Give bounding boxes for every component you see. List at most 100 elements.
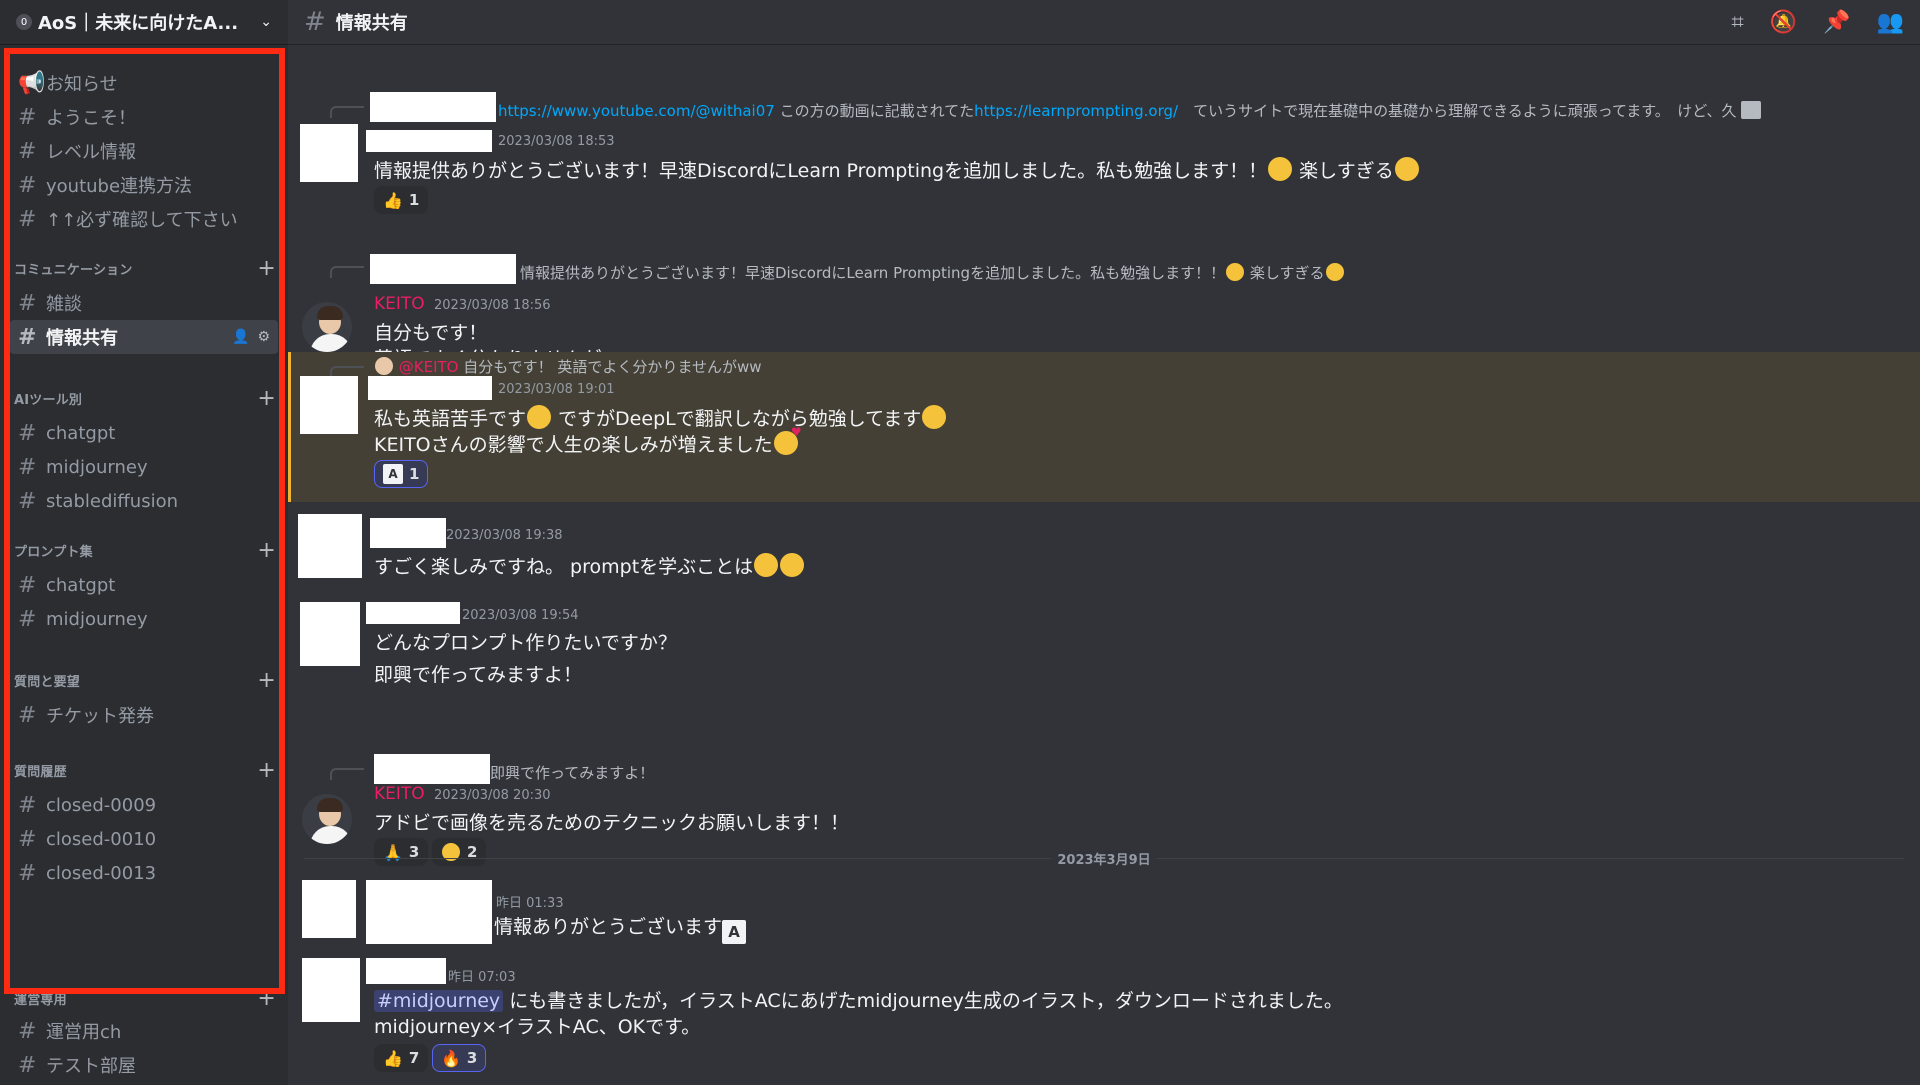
- message[interactable]: 2023/03/08 19:54 どんなプロンプト作りたいですか？ 即興で作って…: [288, 590, 1920, 720]
- reply-preview[interactable]: 即興で作ってみますよ！: [490, 762, 654, 783]
- add-channel-icon[interactable]: +: [257, 538, 276, 563]
- channel-closed-0009[interactable]: # closed-0009: [10, 788, 278, 822]
- reply-preview[interactable]: https://www.youtube.com/@withai07 この方の動画…: [498, 100, 1762, 121]
- reply-author[interactable]: @KEITO: [399, 358, 459, 376]
- message[interactable]: 情報提供ありがとうございます！早速DiscordにLearn Prompting…: [288, 214, 1920, 374]
- category-prompts[interactable]: プロンプト集 +: [14, 538, 276, 563]
- message[interactable]: 昨日 07:03 #midjourney にも書きましたが，イラストACにあげた…: [288, 952, 1920, 1085]
- avatar[interactable]: [300, 124, 358, 182]
- reaction-thumbs-up[interactable]: 👍 7: [374, 1044, 429, 1072]
- channel-prompt-midjourney[interactable]: # midjourney: [10, 602, 278, 636]
- category-ai-tools[interactable]: AIツール別 +: [14, 386, 276, 411]
- add-channel-icon[interactable]: +: [257, 386, 276, 411]
- message-mention[interactable]: @KEITO 自分もです！ 英語でよく分かりませんがww 2023/03/08 …: [288, 352, 1920, 502]
- server-header[interactable]: 0 AoS｜未来に向けたA... ⌄: [0, 0, 288, 44]
- category-communication[interactable]: コミュニケーション +: [14, 256, 276, 281]
- thumbs-up-icon: 👍: [383, 190, 403, 210]
- channel-label: テスト部屋: [46, 1056, 136, 1077]
- author-name[interactable]: KEITO: [374, 784, 425, 804]
- reaction-pray[interactable]: 🙏 3: [374, 838, 429, 866]
- channel-announcements[interactable]: 📢 お知らせ: [10, 66, 278, 100]
- chevron-down-icon[interactable]: ⌄: [260, 14, 272, 30]
- avatar[interactable]: [298, 514, 362, 578]
- members-icon[interactable]: 👥: [1877, 10, 1904, 35]
- avatar[interactable]: [302, 958, 360, 1022]
- channel-closed-0013[interactable]: # closed-0013: [10, 856, 278, 890]
- redacted-name: [374, 754, 490, 784]
- reaction-fire[interactable]: 🔥 3: [432, 1044, 487, 1072]
- channel-ai-midjourney[interactable]: # midjourney: [10, 450, 278, 484]
- avatar-mini-icon: [375, 357, 393, 375]
- smiling-emoji-icon: [1268, 157, 1293, 181]
- message-timestamp: 2023/03/08 20:30: [434, 788, 551, 803]
- channel-chat[interactable]: # 雑談: [10, 286, 278, 320]
- channel-label: 情報共有: [46, 328, 118, 349]
- channel-youtube-link[interactable]: # youtube連携方法: [10, 168, 278, 202]
- add-channel-icon[interactable]: +: [257, 256, 276, 281]
- avatar[interactable]: [302, 302, 352, 352]
- threads-icon[interactable]: ⌗: [1731, 10, 1743, 35]
- reply-text: この方の動画に記載されてた: [774, 102, 975, 120]
- message-text: KEITOさんの影響で人生の楽しみが増えました: [374, 434, 773, 456]
- hash-icon: #: [18, 702, 37, 728]
- message-text: midjourney×イラストAC、OKです。: [374, 1016, 701, 1038]
- reply-preview[interactable]: 情報提供ありがとうございます！早速DiscordにLearn Prompting…: [520, 262, 1345, 283]
- category-admin[interactable]: 運営専用 +: [14, 986, 276, 1011]
- category-label: 質問と要望: [14, 674, 81, 690]
- channel-closed-0010[interactable]: # closed-0010: [10, 822, 278, 856]
- mute-bell-icon[interactable]: 🔕: [1770, 10, 1797, 35]
- channel-label: closed-0013: [46, 862, 157, 884]
- channel-label: midjourney: [46, 608, 148, 630]
- add-channel-icon[interactable]: +: [257, 986, 276, 1011]
- channel-ai-chatgpt[interactable]: # chatgpt: [10, 416, 278, 450]
- channel-must-read[interactable]: # ↑↑必ず確認して下さい: [10, 202, 278, 236]
- hash-icon: #: [18, 206, 37, 232]
- channel-welcome[interactable]: # ようこそ！: [10, 100, 278, 134]
- reaction-count: 7: [408, 1049, 420, 1067]
- channel-level-info[interactable]: # レベル情報: [10, 134, 278, 168]
- avatar[interactable]: [302, 794, 352, 844]
- blush-emoji-icon: [780, 553, 805, 577]
- add-channel-icon[interactable]: +: [257, 668, 276, 693]
- avatar[interactable]: [300, 376, 358, 434]
- message-list: https://www.youtube.com/@withai07 この方の動画…: [288, 44, 1920, 1085]
- pin-icon[interactable]: 📌: [1823, 10, 1850, 35]
- category-history[interactable]: 質問履歴 +: [14, 758, 276, 783]
- locked-hash-icon: #: [18, 860, 37, 886]
- message-text: 情報提供ありがとうございます！早速DiscordにLearn Prompting…: [374, 160, 1268, 182]
- gear-icon[interactable]: ⚙: [257, 329, 270, 345]
- message-text: 情報ありがとうございます: [494, 916, 723, 938]
- illustac-icon: A: [722, 920, 747, 944]
- reply-preview[interactable]: @KEITO 自分もです！ 英語でよく分かりませんがww: [374, 356, 762, 377]
- category-questions[interactable]: 質問と要望 +: [14, 668, 276, 693]
- reply-text: 自分もです！ 英語でよく分かりませんがww: [458, 358, 762, 376]
- message-text: すごく楽しみですね。 promptを学ぶことは: [374, 556, 754, 578]
- channel-ai-stablediffusion[interactable]: # stablediffusion: [10, 484, 278, 518]
- add-channel-icon[interactable]: +: [257, 758, 276, 783]
- channel-ticket[interactable]: # チケット発券: [10, 698, 278, 732]
- reaction-custom[interactable]: A 1: [374, 460, 429, 488]
- reaction-count: 3: [466, 1049, 478, 1067]
- reaction-laugh[interactable]: 2: [432, 838, 487, 866]
- avatar[interactable]: [302, 880, 356, 938]
- channel-prompt-chatgpt[interactable]: # chatgpt: [10, 568, 278, 602]
- channel-info-share[interactable]: # 情報共有 👤 ⚙: [10, 320, 278, 354]
- message-content: KEITOさんの影響で人生の楽しみが増えました: [374, 425, 802, 457]
- locked-hash-icon: #: [18, 1052, 37, 1078]
- avatar[interactable]: [300, 602, 360, 666]
- channel-test-room[interactable]: # テスト部屋: [10, 1048, 278, 1082]
- redacted-name: [370, 92, 496, 122]
- channel-label: closed-0010: [46, 828, 157, 850]
- channel-label: closed-0009: [46, 794, 157, 816]
- thread-hash-icon: #: [18, 606, 37, 632]
- invite-icon[interactable]: 👤: [232, 329, 249, 345]
- author-name[interactable]: KEITO: [374, 294, 425, 314]
- channel-mention-link[interactable]: #midjourney: [374, 990, 504, 1012]
- reply-link[interactable]: https://learnprompting.org/: [974, 102, 1178, 120]
- reaction-thumbs-up[interactable]: 👍 1: [374, 186, 429, 214]
- reply-link[interactable]: https://www.youtube.com/@withai07: [498, 102, 775, 120]
- message-text: どんなプロンプト作りたいですか？: [374, 632, 677, 654]
- channel-admin[interactable]: # 運営用ch: [10, 1014, 278, 1048]
- channel-sidebar: 0 AoS｜未来に向けたA... ⌄ 📢 お知らせ # ようこそ！ # レベル情…: [0, 0, 288, 1085]
- hash-icon: #: [18, 104, 37, 130]
